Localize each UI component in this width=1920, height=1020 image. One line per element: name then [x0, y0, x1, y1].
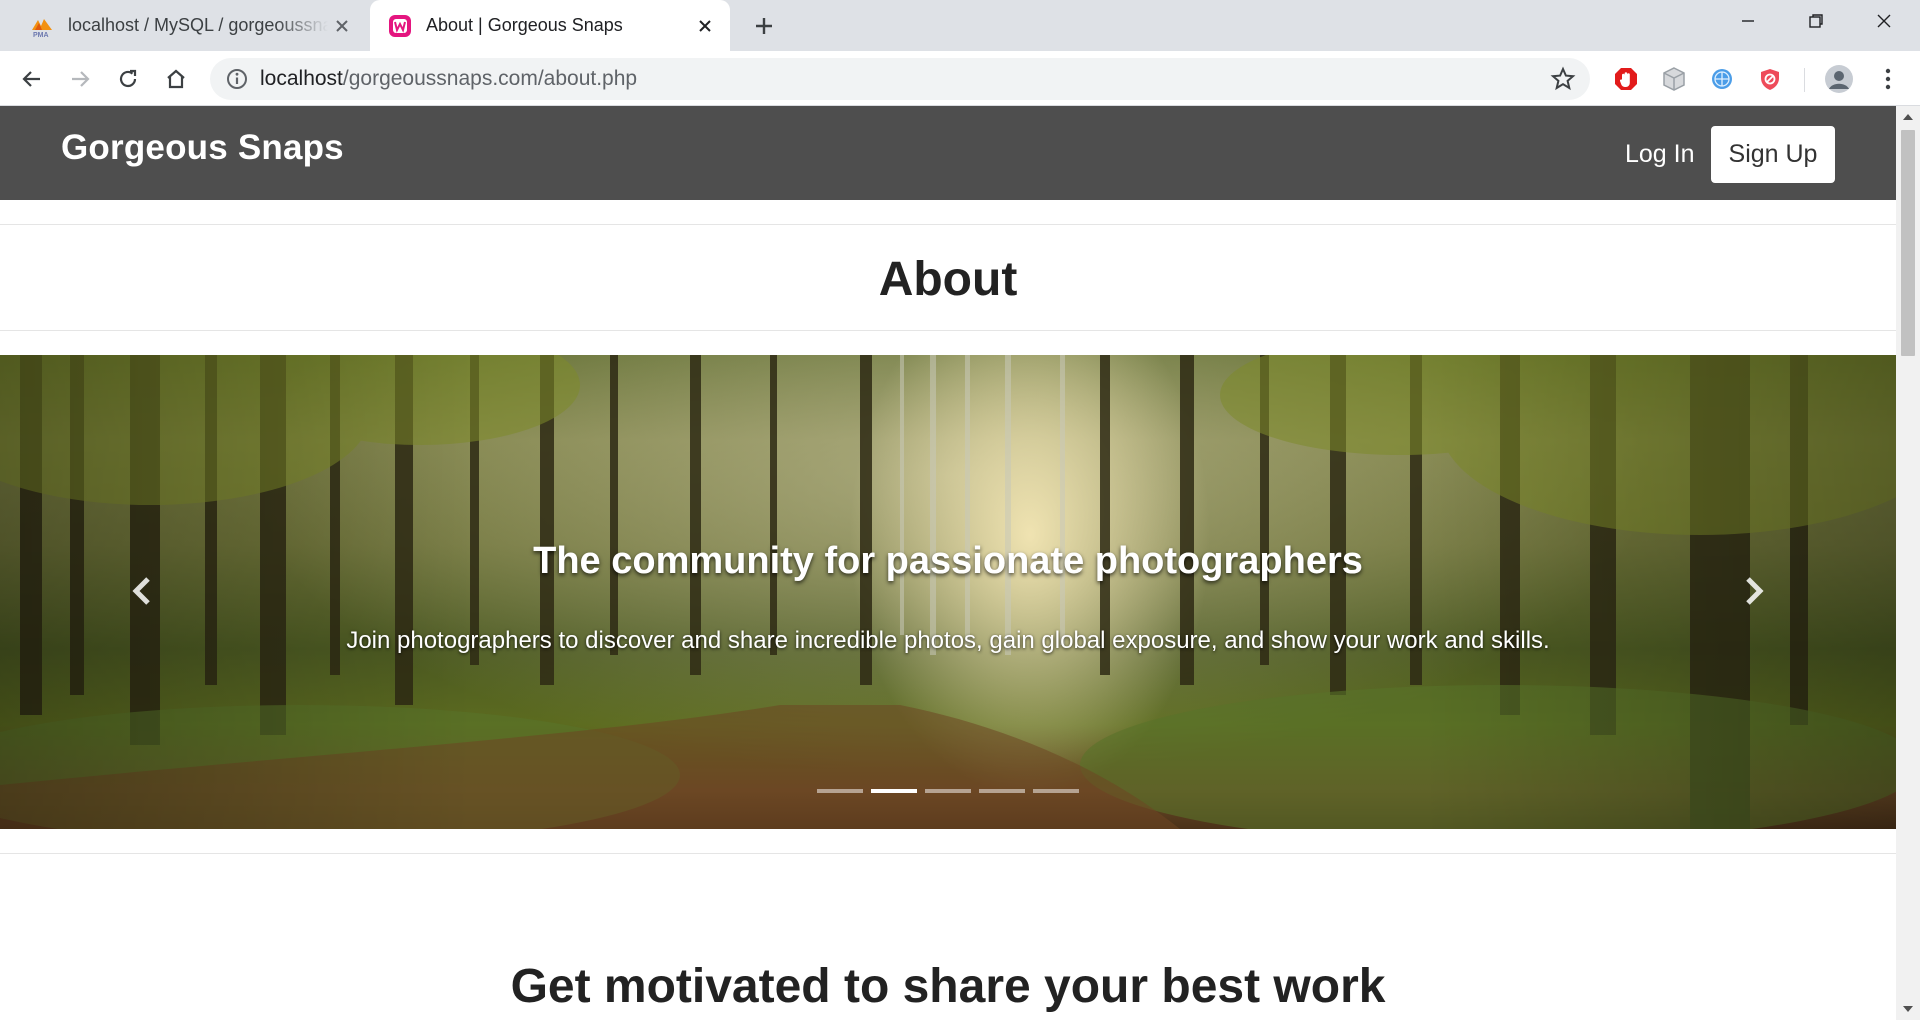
signup-button[interactable]: Sign Up [1711, 126, 1835, 183]
profile-avatar[interactable] [1823, 63, 1855, 95]
carousel-prev-button[interactable] [122, 571, 162, 611]
tab-title: localhost / MySQL / gorgeoussnaps [68, 15, 329, 35]
url-path: /gorgeoussnaps.com/about.php [342, 67, 638, 90]
close-window-button[interactable] [1850, 0, 1918, 42]
adblock-extension-icon[interactable] [1612, 65, 1640, 93]
url-host: localhost [260, 67, 343, 90]
arrow-right-icon [72, 71, 90, 87]
cube-extension-icon[interactable] [1660, 65, 1688, 93]
tab-title: About | Gorgeous Snaps [426, 15, 623, 35]
shield-extension-icon[interactable] [1756, 65, 1784, 93]
bookmark-star-icon[interactable] [1550, 66, 1576, 92]
back-button[interactable] [16, 63, 48, 95]
reload-icon [119, 69, 137, 88]
url-text: localhost/gorgeoussnaps.com/about.php [260, 67, 637, 91]
tab-phpmyadmin[interactable]: PMA localhost / MySQL / gorgeoussnaps [12, 0, 366, 51]
scrollbar-thumb[interactable] [1901, 130, 1915, 356]
phpmyadmin-icon: PMA [32, 18, 52, 38]
carousel-indicator-4[interactable] [979, 789, 1025, 793]
page-title: About [878, 253, 1018, 306]
address-bar[interactable]: localhost/gorgeoussnaps.com/about.php [210, 58, 1590, 100]
arrow-left-icon [22, 71, 40, 87]
chevron-left-icon [132, 577, 150, 605]
divider [0, 330, 1896, 331]
page-viewport: Gorgeous Snaps Log In Sign Up About The … [0, 106, 1896, 1020]
home-button[interactable] [160, 63, 192, 95]
carousel-indicator-2[interactable] [871, 789, 917, 793]
info-icon[interactable] [224, 66, 250, 92]
carousel-indicators [817, 789, 1087, 793]
minimize-button[interactable] [1714, 0, 1782, 42]
reload-button[interactable] [112, 63, 144, 95]
browser-tab-strip: PMA localhost / MySQL / gorgeoussnaps Ab… [0, 0, 1920, 51]
chevron-right-icon [1746, 577, 1764, 605]
browser-toolbar: localhost/gorgeoussnaps.com/about.php [0, 51, 1920, 106]
toolbar-divider [1804, 68, 1805, 92]
globe-extension-icon[interactable] [1708, 65, 1736, 93]
page-scrollbar[interactable] [1896, 106, 1920, 1020]
carousel-indicator-1[interactable] [817, 789, 863, 793]
section-heading: Get motivated to share your best work [510, 960, 1386, 1013]
svg-text:PMA: PMA [33, 32, 49, 38]
carousel-next-button[interactable] [1734, 571, 1774, 611]
new-tab-button[interactable] [748, 10, 780, 42]
restore-button[interactable] [1782, 0, 1850, 42]
carousel-indicator-3[interactable] [925, 789, 971, 793]
brand-logo[interactable]: Gorgeous Snaps [61, 128, 344, 168]
home-icon [167, 69, 185, 89]
carousel-heading: The community for passionate photographe… [533, 540, 1363, 582]
carousel-text: Join photographers to discover and share… [346, 627, 1550, 654]
carousel-shade [0, 355, 1896, 829]
tab-about[interactable]: About | Gorgeous Snaps [370, 0, 730, 51]
kebab-menu-icon[interactable] [1874, 65, 1902, 93]
site-navbar: Gorgeous Snaps Log In Sign Up [0, 106, 1896, 200]
divider [0, 853, 1896, 854]
scroll-down-arrow[interactable] [1903, 1006, 1913, 1012]
login-link[interactable]: Log In [1625, 140, 1695, 169]
close-tab-icon[interactable] [690, 11, 720, 41]
wamp-icon [389, 14, 411, 37]
scroll-up-arrow[interactable] [1903, 114, 1913, 120]
forward-button[interactable] [64, 63, 96, 95]
divider [0, 224, 1896, 225]
close-tab-icon[interactable] [328, 11, 356, 41]
carousel-indicator-5[interactable] [1033, 789, 1079, 793]
hero-carousel: The community for passionate photographe… [0, 355, 1896, 829]
